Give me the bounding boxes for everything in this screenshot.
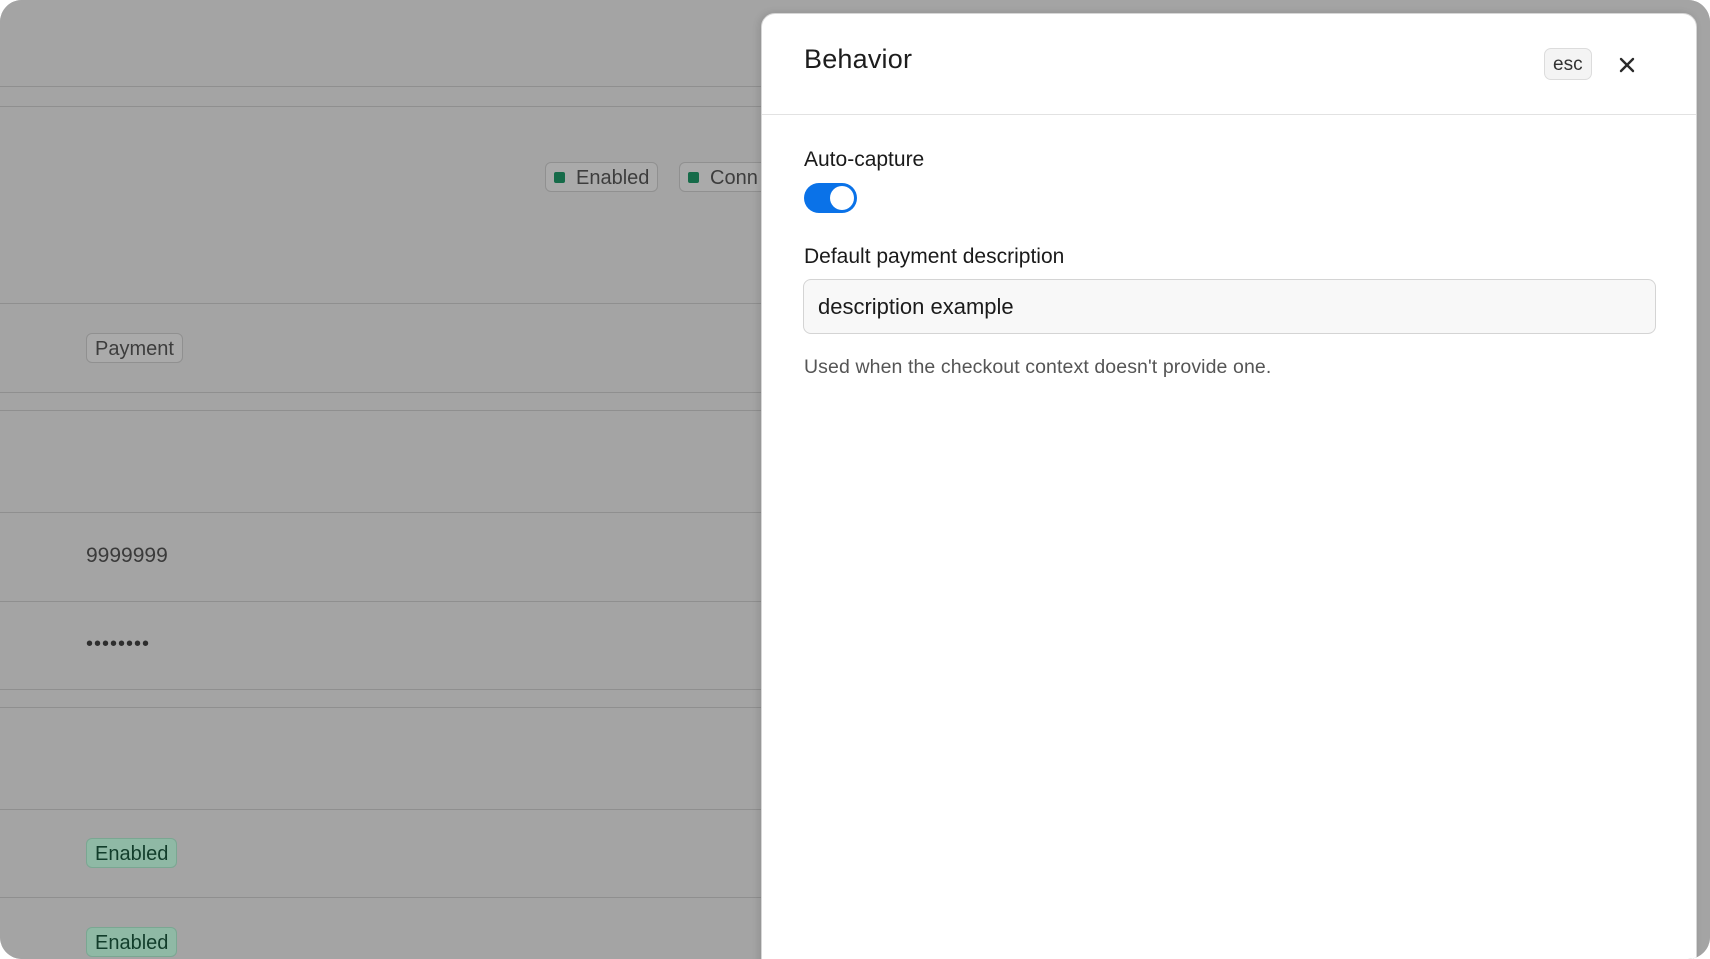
divider <box>0 392 770 393</box>
enabled-badge: Enabled <box>86 838 178 868</box>
divider <box>0 601 770 602</box>
payment-description-input[interactable] <box>803 279 1656 334</box>
divider <box>0 707 770 708</box>
payment-description-helper: Used when the checkout context doesn't p… <box>804 356 1272 378</box>
auto-capture-toggle[interactable] <box>804 183 857 213</box>
status-chip-label: Conn <box>710 167 758 189</box>
drawer-header: Behavior esc <box>762 14 1696 115</box>
type-chip: Payment <box>86 333 183 363</box>
merchant-id-value: 9999999 <box>86 544 168 567</box>
status-chip-label: Enabled <box>576 167 650 189</box>
close-icon <box>1619 57 1635 73</box>
drawer-title: Behavior <box>804 44 913 74</box>
divider <box>0 897 770 898</box>
enabled-badge-label: Enabled <box>95 843 169 865</box>
status-chip-enabled: Enabled <box>545 162 659 192</box>
masked-secret-value: •••••••• <box>86 633 151 655</box>
divider <box>0 106 770 107</box>
app-window: Enabled Conn Payment 9999999 •••••••• En… <box>0 0 1710 959</box>
divider <box>0 809 770 810</box>
auto-capture-label: Auto-capture <box>804 148 925 171</box>
enabled-badge-label: Enabled <box>95 932 169 954</box>
divider <box>0 86 770 87</box>
status-dot-icon <box>554 172 565 183</box>
status-dot-icon <box>688 172 699 183</box>
divider <box>0 410 770 411</box>
close-button[interactable] <box>1612 50 1642 80</box>
type-chip-label: Payment <box>95 338 174 360</box>
divider <box>0 303 770 304</box>
behavior-drawer: Behavior esc Auto-capture Default paymen… <box>761 13 1697 959</box>
payment-description-label: Default payment description <box>804 245 1065 268</box>
enabled-badge: Enabled <box>86 927 178 957</box>
esc-key-hint: esc <box>1544 48 1592 80</box>
divider <box>0 689 770 690</box>
divider <box>0 512 770 513</box>
toggle-knob <box>830 186 854 210</box>
